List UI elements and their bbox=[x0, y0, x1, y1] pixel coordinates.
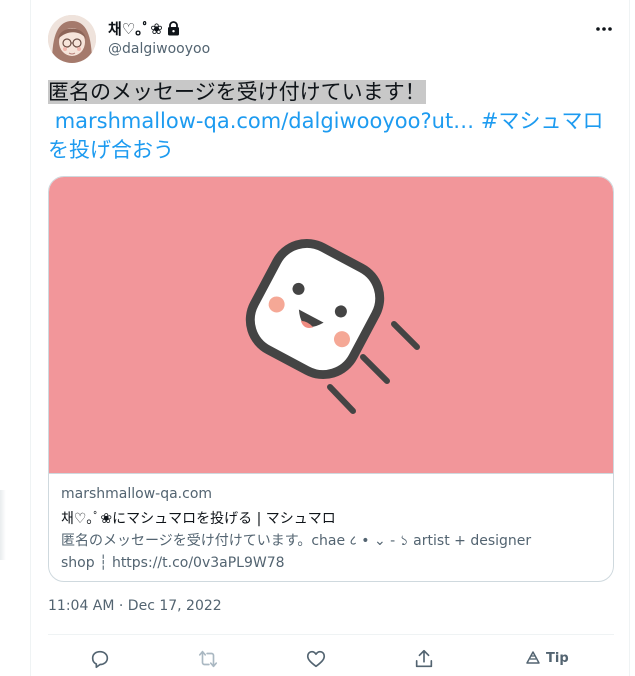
avatar[interactable] bbox=[48, 15, 96, 63]
divider bbox=[48, 634, 614, 635]
lock-icon bbox=[167, 21, 180, 36]
card-domain: marshmallow-qa.com bbox=[61, 486, 213, 502]
link-preview-card[interactable]: marshmallow-qa.com 채♡｡ﾟ❀にマシュマロを投げる | マシュ… bbox=[48, 176, 614, 582]
background-edge bbox=[0, 490, 6, 560]
tweet-timestamp[interactable]: 11:04 AM · Dec 17, 2022 bbox=[48, 598, 222, 614]
reply-icon[interactable] bbox=[87, 646, 113, 672]
tip-label: Tip bbox=[546, 650, 569, 666]
marshmallow-logo-icon bbox=[245, 238, 420, 414]
display-name[interactable]: 채♡｡ﾟ❀ bbox=[108, 18, 180, 39]
retweet-icon[interactable] bbox=[195, 646, 221, 672]
share-icon[interactable] bbox=[411, 646, 437, 672]
user-handle[interactable]: @dalgiwooyoo bbox=[108, 41, 210, 57]
card-body: marshmallow-qa.com 채♡｡ﾟ❀にマシュマロを投げる | マシュ… bbox=[49, 473, 613, 581]
tweet-link[interactable]: marshmallow-qa.com/dalgiwooyoo?ut… bbox=[55, 109, 475, 133]
heart-icon[interactable] bbox=[303, 646, 329, 672]
card-image bbox=[49, 177, 613, 473]
more-options-icon[interactable] bbox=[593, 18, 615, 40]
action-bar: Tip bbox=[31, 644, 631, 674]
tweet-detail: 채♡｡ﾟ❀ @dalgiwooyoo 匿名のメッセージを受け付けています！ ma… bbox=[30, 0, 630, 676]
tweet-text: 匿名のメッセージを受け付けています！ marshmallow-qa.com/da… bbox=[48, 78, 623, 165]
card-description: 匿名のメッセージを受け付けています。chae ८ • ⌄ - ১ artist … bbox=[61, 533, 532, 571]
tip-icon bbox=[526, 651, 540, 664]
display-name-text: 채♡｡ﾟ❀ bbox=[108, 20, 163, 38]
tip-button[interactable]: Tip bbox=[525, 650, 569, 666]
highlighted-text: 匿名のメッセージを受け付けています！ bbox=[48, 80, 426, 104]
card-title: 채♡｡ﾟ❀にマシュマロを投げる | マシュマロ bbox=[61, 511, 336, 527]
